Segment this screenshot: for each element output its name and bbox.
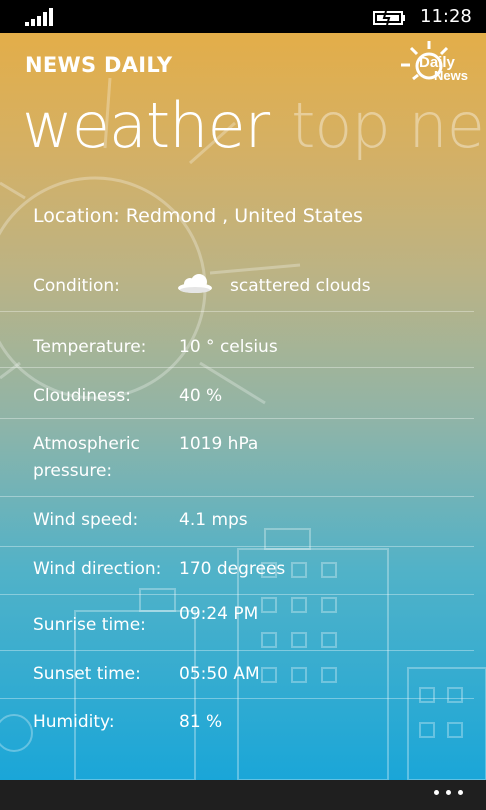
sunrise-label: Sunrise time: [33,615,146,635]
signal-strength-icon [25,8,53,26]
cloudiness-value: 40 % [179,386,223,406]
pivot-tab-top-news[interactable]: top ne [291,89,485,162]
wind-direction-row: Wind direction: 170 degrees [0,546,474,595]
sunset-row: Sunset time: 05:50 AM [0,650,474,699]
humidity-row: Humidity: 81 % [0,698,474,746]
wind-direction-label: Wind direction: [33,559,162,579]
cloudiness-label: Cloudiness: [33,386,131,406]
temperature-row: Temperature: 10 ° celsius [0,311,474,368]
pressure-row: Atmospheric pressure: 1019 hPa [0,418,474,497]
battery-charging-icon [373,10,405,26]
condition-value: scattered clouds [230,276,371,296]
app-panel: NEWS DAILY Daily News weather top ne Loca… [0,33,486,780]
clock: 11:28 [420,6,472,27]
ellipsis-icon[interactable] [432,786,468,798]
humidity-label: Humidity: [33,712,115,732]
sunset-value: 05:50 AM [179,664,260,684]
app-title: NEWS DAILY [25,53,173,77]
pivot-tab-weather[interactable]: weather [22,89,270,162]
svg-text:News: News [434,68,468,83]
pressure-label-line1: Atmospheric [33,434,140,454]
pressure-value: 1019 hPa [179,434,259,454]
condition-row: Condition: scattered clouds [0,255,474,312]
sunset-label: Sunset time: [33,664,141,684]
humidity-value: 81 % [179,712,223,732]
pivot-header: weather top ne [22,89,485,162]
wind-speed-label: Wind speed: [33,510,139,530]
pressure-label-line2: pressure: [33,461,113,481]
temperature-value: 10 ° celsius [179,337,278,357]
wind-direction-value: 170 degrees [179,559,286,579]
app-bar [0,780,486,810]
wind-speed-value: 4.1 mps [179,510,248,530]
temperature-label: Temperature: [33,337,147,357]
cloudiness-row: Cloudiness: 40 % [0,367,474,419]
condition-label: Condition: [33,276,120,296]
location-text: Location: Redmond , United States [33,205,363,227]
status-bar: 11:28 [0,0,486,33]
sunrise-value: 09:24 PM [179,604,259,624]
daily-news-logo: Daily News [401,41,468,83]
cloud-icon [178,274,212,293]
wind-speed-row: Wind speed: 4.1 mps [0,496,474,547]
sunrise-row: Sunrise time: 09:24 PM [0,594,474,651]
